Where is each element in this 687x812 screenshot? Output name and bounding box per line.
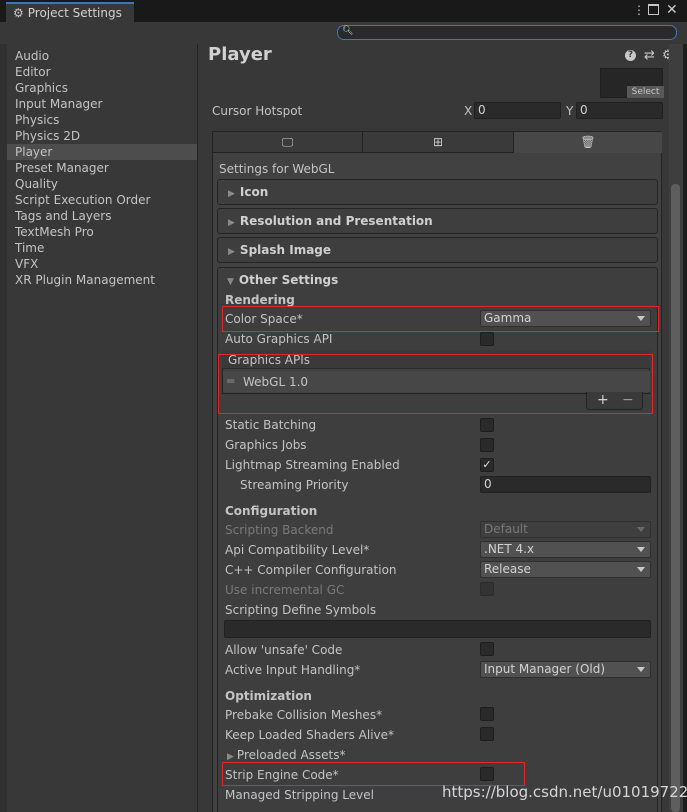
search-input[interactable]: 🔍︎	[337, 25, 677, 40]
watermark: https://blog.csdn.net/u010197227	[442, 783, 687, 801]
lightmap-streaming-checkbox[interactable]: ✓	[480, 458, 494, 472]
chevron-right-icon: ▶	[228, 247, 235, 257]
highlight-color-space	[222, 306, 659, 332]
static-batching-label: Static Batching	[225, 418, 317, 432]
sidebar-item-graphics[interactable]: Graphics	[7, 80, 197, 96]
search-icon: 🔍︎	[342, 26, 354, 36]
graphics-jobs-label: Graphics Jobs	[225, 438, 307, 452]
sidebar-item-vfx[interactable]: VFX	[7, 256, 197, 272]
input-handling-label: Active Input Handling*	[225, 663, 361, 677]
preloaded-assets-foldout[interactable]: ▶ Preloaded Assets*	[227, 748, 346, 762]
chevron-right-icon: ▶	[228, 189, 235, 199]
managed-stripping-label: Managed Stripping Level	[225, 788, 374, 802]
auto-graphics-checkbox[interactable]	[480, 332, 494, 346]
cpp-config-label: C++ Compiler Configuration	[225, 563, 397, 577]
page-title: Player	[208, 44, 272, 65]
sidebar-item-tags-and-layers[interactable]: Tags and Layers	[7, 208, 197, 224]
optimization-header: Optimization	[225, 689, 312, 703]
chevron-down-icon	[637, 667, 645, 672]
prebake-label: Prebake Collision Meshes*	[225, 708, 383, 722]
streaming-priority-field[interactable]: 0	[480, 476, 651, 493]
prebake-checkbox[interactable]	[480, 707, 494, 721]
sidebar-item-preset-manager[interactable]: Preset Manager	[7, 160, 197, 176]
scrollbar-thumb[interactable]	[671, 184, 680, 812]
sidebar-item-audio[interactable]: Audio	[7, 48, 197, 64]
rendering-header: Rendering	[225, 293, 295, 307]
configuration-header: Configuration	[225, 504, 318, 518]
chevron-down-icon	[637, 547, 645, 552]
define-symbols-input[interactable]	[224, 620, 651, 638]
sidebar-item-script-execution-order[interactable]: Script Execution Order	[7, 192, 197, 208]
chevron-right-icon: ▶	[228, 218, 235, 228]
chevron-down-icon	[637, 527, 645, 532]
incremental-gc-label: Use incremental GC	[225, 583, 345, 597]
sidebar-item-textmesh-pro[interactable]: TextMesh Pro	[7, 224, 197, 240]
sidebar-item-player[interactable]: Player	[7, 144, 197, 160]
tab-title: Project Settings	[27, 6, 122, 20]
hotspot-x-field[interactable]: 0	[474, 102, 561, 119]
foldout-icon[interactable]: ▶ Icon	[217, 179, 658, 205]
windows-icon: ⊞	[432, 135, 444, 149]
webgl-icon: 🗑︎	[580, 135, 596, 149]
define-symbols-label: Scripting Define Symbols	[225, 603, 377, 617]
platform-tabs: 🖵︎ ⊞ 🗑︎	[212, 131, 662, 153]
sidebar-item-xr-plugin-management[interactable]: XR Plugin Management	[7, 272, 197, 288]
cursor-hotspot-label: Cursor Hotspot	[212, 104, 303, 118]
standalone-icon: 🖵︎	[281, 135, 294, 149]
hotspot-x-label: X	[464, 104, 473, 118]
project-settings-tab[interactable]: ⚙ Project Settings	[6, 2, 134, 22]
static-batching-checkbox[interactable]	[480, 418, 494, 432]
lightmap-streaming-label: Lightmap Streaming Enabled	[225, 458, 400, 472]
auto-graphics-label: Auto Graphics API	[225, 332, 333, 346]
scripting-backend-label: Scripting Backend	[225, 523, 334, 537]
settings-title: Settings for WebGL	[219, 162, 335, 176]
sidebar-item-input-manager[interactable]: Input Manager	[7, 96, 197, 112]
foldout-resolution[interactable]: ▶ Resolution and Presentation	[217, 208, 658, 234]
allow-unsafe-label: Allow 'unsafe' Code	[225, 643, 343, 657]
select-button[interactable]: Select	[627, 86, 664, 98]
streaming-priority-label: Streaming Priority	[240, 478, 349, 492]
keep-shaders-label: Keep Loaded Shaders Alive*	[225, 728, 395, 742]
help-icon[interactable]: ?	[625, 50, 636, 61]
right-edge	[683, 44, 687, 812]
sidebar-item-physics-2d[interactable]: Physics 2D	[7, 128, 197, 144]
more-icon[interactable]: ⋮	[633, 3, 645, 17]
sidebar-item-physics[interactable]: Physics	[7, 112, 197, 128]
maximize-icon[interactable]	[648, 4, 659, 15]
highlight-graphics-apis	[218, 354, 653, 414]
allow-unsafe-checkbox[interactable]	[480, 642, 494, 656]
hotspot-y-field[interactable]: 0	[576, 102, 663, 119]
presets-icon[interactable]: ⇄	[644, 48, 655, 63]
input-handling-dropdown[interactable]: Input Manager (Old)	[480, 661, 651, 678]
sidebar: Audio Editor Graphics Input Manager Phys…	[7, 44, 198, 812]
tab-windows[interactable]: ⊞	[363, 132, 514, 153]
sidebar-item-time[interactable]: Time	[7, 240, 197, 256]
gear-icon: ⚙	[13, 6, 24, 20]
cpp-config-dropdown[interactable]: Release	[480, 561, 651, 578]
chevron-right-icon: ▶	[227, 752, 234, 762]
tab-standalone[interactable]: 🖵︎	[213, 132, 363, 153]
hotspot-y-label: Y	[566, 104, 574, 118]
keep-shaders-checkbox[interactable]	[480, 727, 494, 741]
sidebar-item-editor[interactable]: Editor	[7, 64, 197, 80]
left-edge	[0, 44, 7, 812]
scripting-backend-dropdown: Default	[480, 521, 651, 538]
chevron-down-icon: ▼	[227, 277, 234, 287]
api-level-dropdown[interactable]: .NET 4.x	[480, 541, 651, 558]
chevron-down-icon	[637, 567, 645, 572]
sidebar-item-quality[interactable]: Quality	[7, 176, 197, 192]
graphics-jobs-checkbox[interactable]	[480, 438, 494, 452]
api-level-label: Api Compatibility Level*	[225, 543, 370, 557]
close-icon[interactable]: ✕	[666, 2, 678, 18]
incremental-gc-checkbox	[480, 582, 494, 596]
foldout-splash[interactable]: ▶ Splash Image	[217, 237, 658, 263]
tab-webgl[interactable]: 🗑︎	[514, 132, 662, 153]
foldout-other[interactable]: ▼ Other Settings	[227, 273, 338, 287]
